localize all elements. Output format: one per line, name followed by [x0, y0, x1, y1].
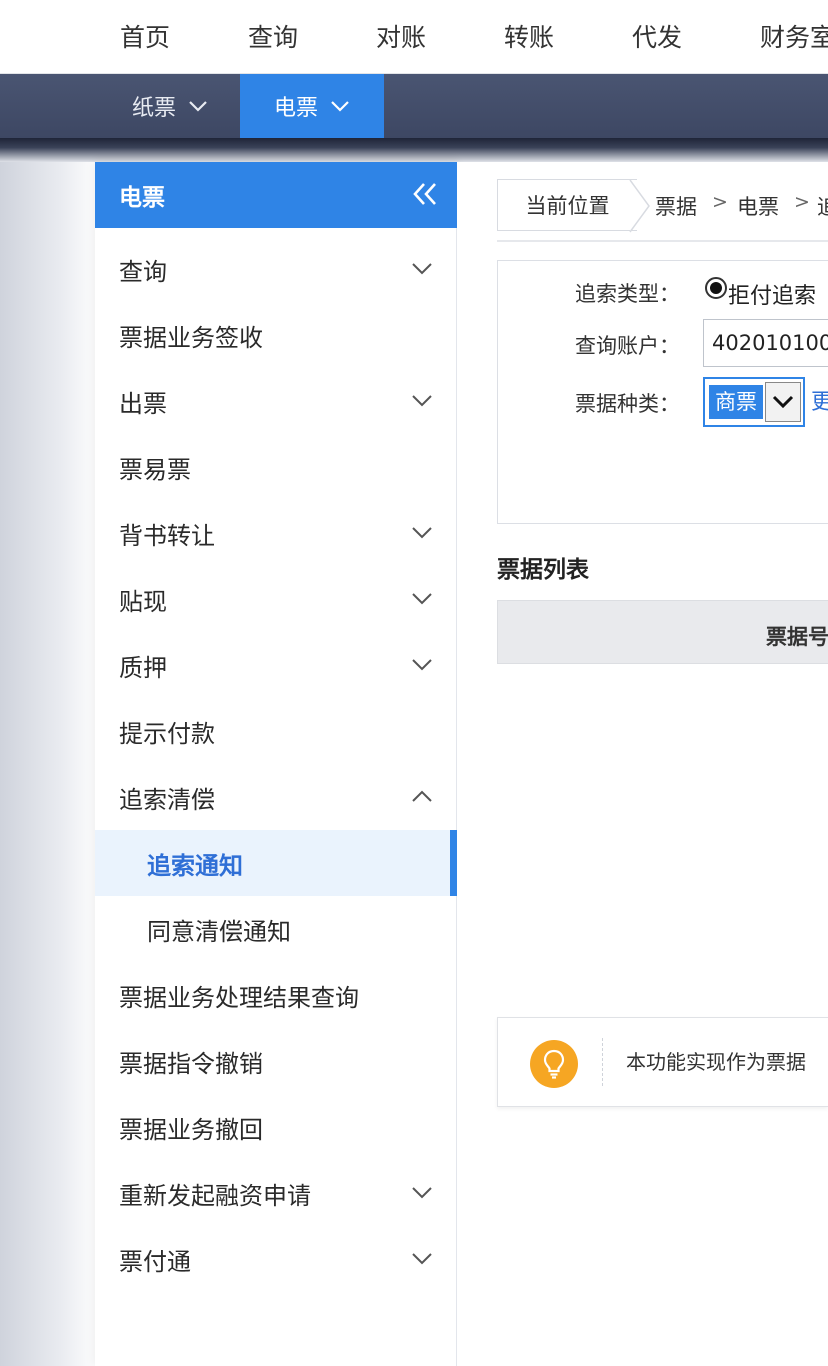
subnav-paper-bill-label: 纸票 [131, 96, 176, 121]
query-form: 追索类型： 拒付追索 查询账户： 402010100 票据种类： 商票 更 [497, 260, 828, 524]
sidebar-item-sign-receipt[interactable]: 票据业务签收 [95, 302, 457, 368]
topnav-transfer[interactable]: 转账 [504, 18, 554, 54]
sidebar-item-recourse[interactable]: 追索清偿 [95, 764, 457, 830]
sidebar-item-label: 出票 [119, 389, 167, 418]
sidebar-item-recourse-notice[interactable]: 追索通知 [95, 830, 457, 896]
sidebar-item-label: 追索通知 [147, 851, 243, 880]
sidebar-item-payment-prompt[interactable]: 提示付款 [95, 698, 457, 764]
sidebar-item-label: 质押 [119, 653, 167, 682]
double-chevron-left-icon[interactable] [411, 182, 439, 206]
chevron-down-icon [772, 395, 794, 409]
topnav-home[interactable]: 首页 [120, 18, 170, 54]
chevron-down-icon [412, 1187, 432, 1199]
sidebar-item-bill-exchange[interactable]: 票易票 [95, 434, 457, 500]
sidebar: 电票 查询 票据业务签收 出票 票易票 背书转让 贴现 质押 提示付款 追索清偿… [95, 162, 457, 1366]
sidebar-item-label: 票据业务签收 [119, 323, 263, 352]
chevron-down-icon [412, 1253, 432, 1265]
chevron-down-icon [412, 527, 432, 539]
sidebar-item-discount[interactable]: 贴现 [95, 566, 457, 632]
recourse-type-label: 追索类型： [575, 282, 680, 306]
sidebar-header: 电票 [95, 162, 457, 228]
sidebar-item-issue[interactable]: 出票 [95, 368, 457, 434]
chevron-down-icon [412, 395, 432, 407]
breadcrumb-arrow-icon [629, 179, 650, 233]
subnav-paper-bill[interactable]: 纸票 [100, 74, 240, 138]
column-header-bill-number: 票据号 [766, 625, 828, 649]
recourse-type-option-label[interactable]: 拒付追索 [728, 278, 816, 310]
sidebar-item-instruction-cancel[interactable]: 票据指令撤销 [95, 1028, 457, 1094]
sidebar-item-label: 追索清偿 [119, 785, 215, 814]
backdrop-shade [0, 138, 828, 162]
chevron-down-icon [412, 263, 432, 275]
topnav-finance[interactable]: 财务室 [760, 18, 828, 54]
bill-table-header: 票据号 [497, 600, 828, 664]
subnav-e-bill-label: 电票 [273, 96, 318, 121]
bill-type-label: 票据种类： [575, 392, 680, 416]
lightbulb-icon [530, 1040, 578, 1088]
sidebar-item-label: 重新发起融资申请 [119, 1181, 311, 1210]
sidebar-item-label: 提示付款 [119, 719, 215, 748]
chevron-up-icon [412, 790, 432, 802]
breadcrumb-separator: > [794, 191, 810, 213]
sidebar-item-withdraw[interactable]: 票据业务撤回 [95, 1094, 457, 1160]
topnav-reconcile[interactable]: 对账 [376, 18, 426, 54]
sidebar-item-pledge[interactable]: 质押 [95, 632, 457, 698]
bill-type-selected-value: 商票 [709, 385, 763, 419]
sub-navigation: 纸票 电票 [0, 74, 828, 138]
subnav-e-bill[interactable]: 电票 [240, 74, 384, 138]
sidebar-item-piaofutong[interactable]: 票付通 [95, 1226, 457, 1292]
account-input[interactable]: 402010100 [703, 319, 828, 367]
breadcrumb-e-bill[interactable]: 电票 [737, 191, 779, 221]
chevron-down-icon [412, 659, 432, 671]
account-label: 查询账户： [575, 334, 680, 358]
select-dropdown-button[interactable] [765, 382, 801, 422]
sidebar-item-label: 背书转让 [119, 521, 215, 550]
breadcrumb-current-label: 当前位置 [497, 179, 637, 231]
sidebar-item-label: 贴现 [119, 587, 167, 616]
bill-list-title: 票据列表 [497, 557, 589, 583]
main-content: 当前位置 票据 > 电票 > 追 追索类型： 拒付追索 查询账户： 402010… [457, 162, 828, 1366]
breadcrumb-separator: > [712, 191, 728, 213]
top-navigation: 首页 查询 对账 转账 代发 财务室 [0, 0, 828, 74]
tip-panel: 本功能实现作为票据 [497, 1017, 828, 1107]
sidebar-item-endorsement[interactable]: 背书转让 [95, 500, 457, 566]
sidebar-item-result-query[interactable]: 票据业务处理结果查询 [95, 962, 457, 1028]
chevron-down-icon [412, 593, 432, 605]
chevron-down-icon [189, 101, 207, 112]
topnav-payroll[interactable]: 代发 [632, 18, 682, 54]
tip-divider [602, 1038, 603, 1086]
bill-type-select[interactable]: 商票 [703, 377, 805, 427]
tip-text: 本功能实现作为票据 [626, 1050, 806, 1074]
sidebar-title: 电票 [119, 185, 165, 211]
sidebar-item-label: 同意清偿通知 [147, 917, 291, 946]
sidebar-item-label: 查询 [119, 257, 167, 286]
sidebar-item-label: 票据业务处理结果查询 [119, 983, 359, 1012]
more-link[interactable]: 更 [811, 384, 828, 416]
breadcrumb-bill[interactable]: 票据 [655, 191, 697, 221]
chevron-down-icon [331, 101, 349, 112]
breadcrumb-current: 追 [817, 195, 828, 219]
recourse-type-radio[interactable] [705, 277, 727, 299]
sidebar-item-query[interactable]: 查询 [95, 236, 457, 302]
sidebar-item-label: 票付通 [119, 1247, 191, 1276]
sidebar-item-settlement-consent[interactable]: 同意清偿通知 [95, 896, 457, 962]
topnav-query[interactable]: 查询 [248, 18, 298, 54]
sidebar-item-label: 票据业务撤回 [119, 1115, 263, 1144]
active-indicator [450, 830, 457, 896]
sidebar-item-label: 票据指令撤销 [119, 1049, 263, 1078]
sidebar-item-refinance[interactable]: 重新发起融资申请 [95, 1160, 457, 1226]
sidebar-item-label: 票易票 [119, 455, 191, 484]
breadcrumb-divider [497, 240, 828, 242]
